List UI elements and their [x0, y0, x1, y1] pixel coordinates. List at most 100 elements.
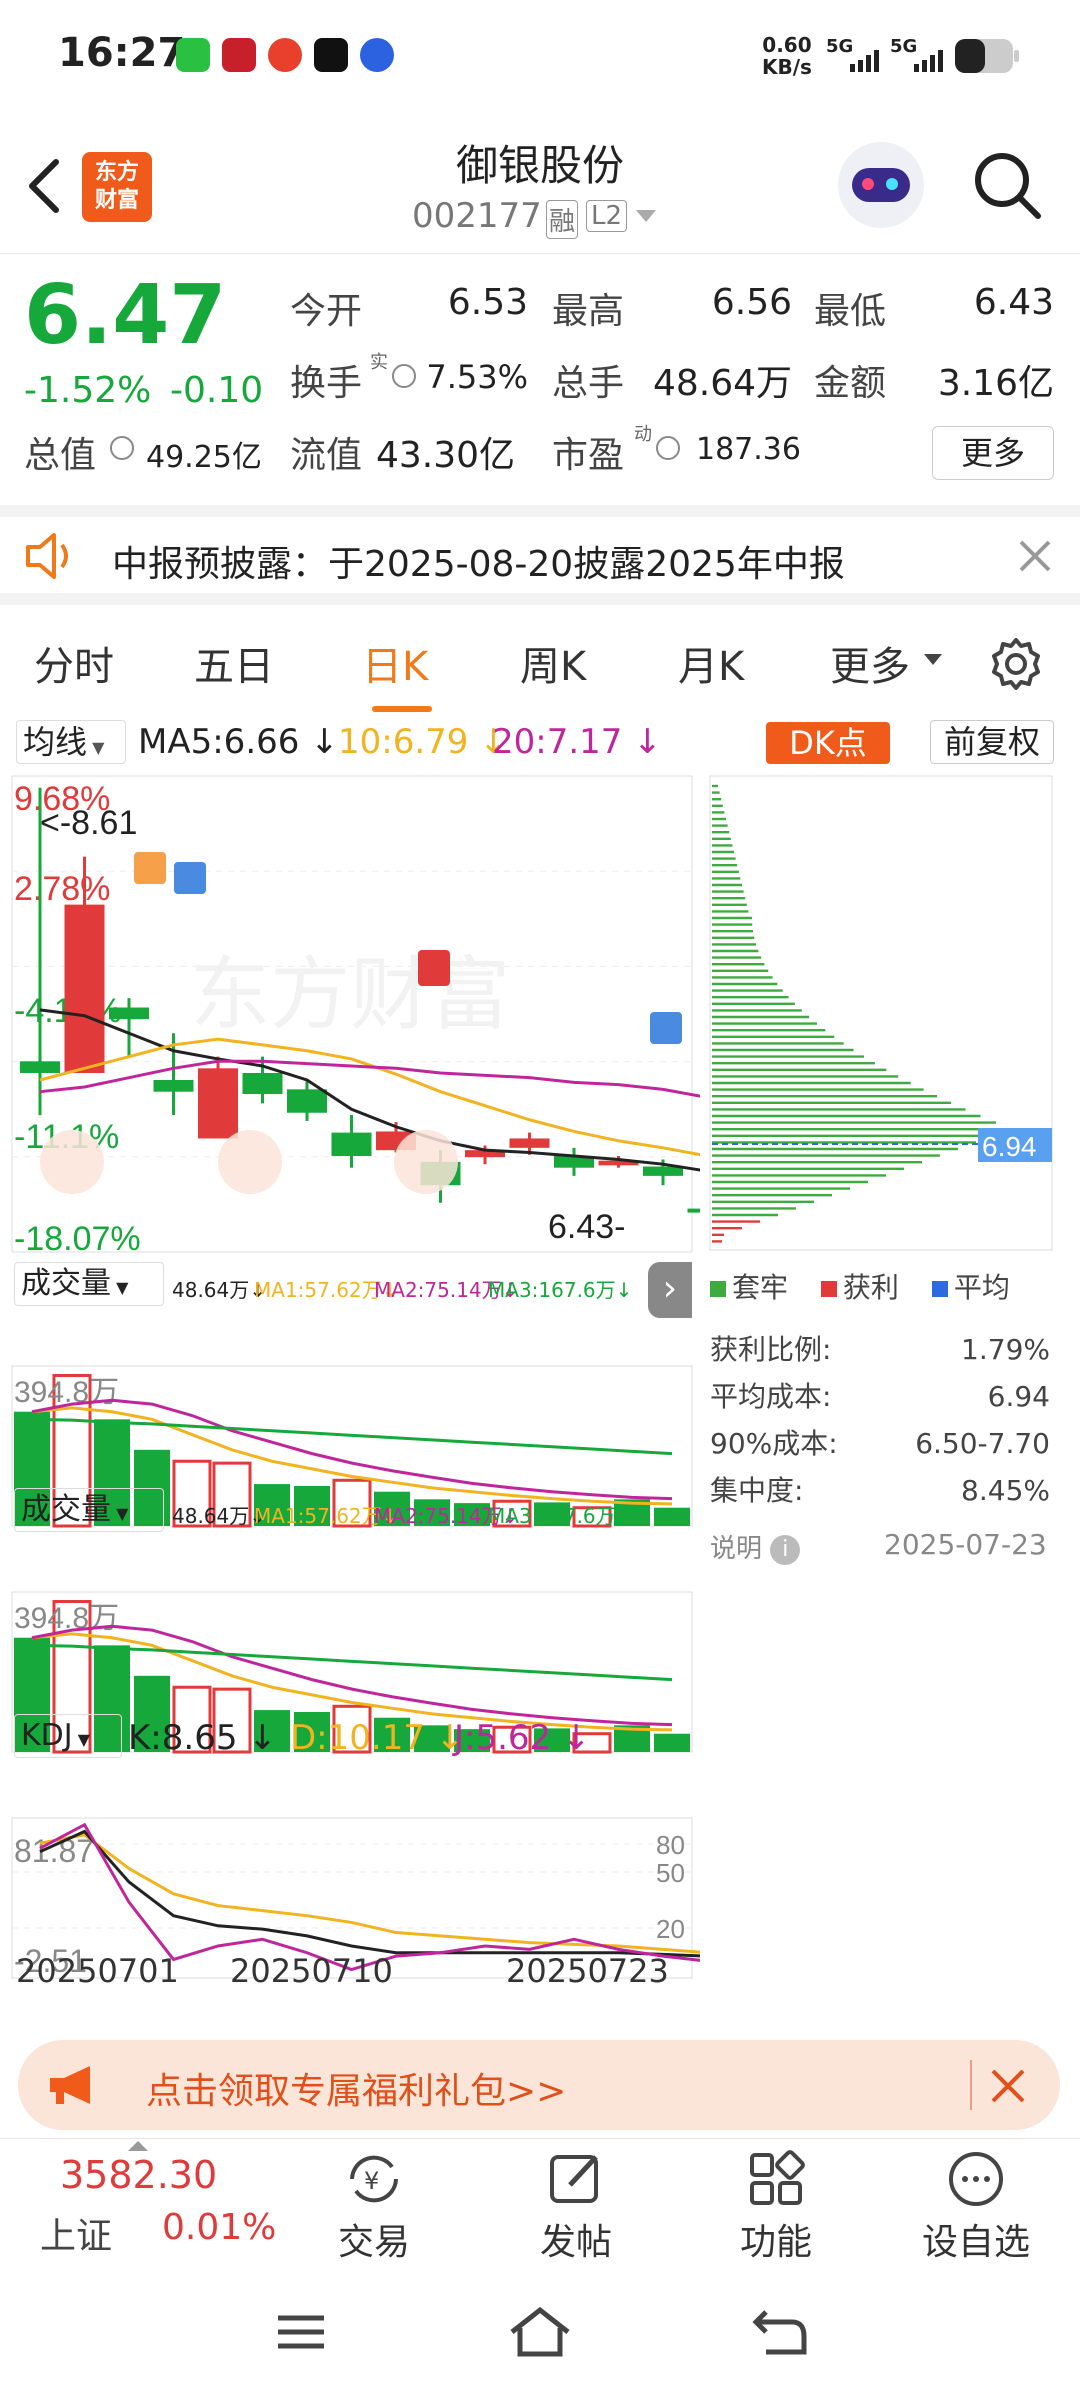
change-amount: -0.10	[170, 370, 264, 411]
date-start: 20250701	[16, 1952, 179, 1990]
search-icon[interactable]	[972, 150, 1044, 222]
tab-five-day[interactable]: 五日	[194, 634, 274, 692]
nav-trade[interactable]: 交易	[314, 2213, 434, 2265]
volume-select-1[interactable]: 成交量 ▼	[14, 1262, 164, 1306]
svg-text:¥: ¥	[364, 2167, 379, 2195]
float-label: 流值	[290, 435, 363, 476]
promo-banner[interactable]: 点击领取专属福利礼包>>	[18, 2040, 1060, 2130]
volume-label: 总手	[552, 363, 625, 404]
chip-note[interactable]: 说明 i	[710, 1528, 801, 1565]
chip-row: 获利比例: 1.79%	[710, 1333, 1050, 1366]
info-icon-3[interactable]	[656, 436, 680, 460]
ma-select[interactable]: 均线 ▼	[16, 720, 126, 764]
tab-more[interactable]: 更多	[830, 634, 910, 692]
back-nav-icon[interactable]	[752, 2308, 808, 2356]
close-icon[interactable]	[1018, 539, 1052, 573]
candle-body	[242, 1072, 283, 1095]
chip-distribution-chart: 6.94	[709, 775, 1053, 1251]
chip-row: 90%成本: 6.50-7.70	[710, 1427, 1050, 1460]
tab-daily-k[interactable]: 日K	[362, 634, 428, 692]
volume-panel-1-bar	[654, 1507, 690, 1526]
expand-arrow-button[interactable]: ›	[648, 1262, 692, 1318]
signal-icon-2	[914, 50, 943, 72]
kdj-select[interactable]: KDJ ▼	[14, 1714, 122, 1758]
trade-icon[interactable]: ¥	[342, 2149, 406, 2209]
high-label: 最高	[552, 291, 625, 332]
tiktok-icon	[314, 38, 348, 72]
kdj-d: D:10.17 ↓	[290, 1718, 465, 1758]
candle-body	[643, 1166, 683, 1176]
tab-intraday[interactable]: 分时	[34, 634, 114, 692]
dk-point-button[interactable]: DK点	[766, 722, 890, 764]
date-end: 20250723	[506, 1952, 669, 1990]
high-value: 6.56	[711, 282, 792, 323]
volume-select-2[interactable]: 成交量 ▼	[14, 1488, 164, 1532]
banner-divider	[970, 2060, 972, 2110]
back-icon[interactable]	[24, 156, 64, 216]
turnover-value: 7.53%	[426, 358, 528, 396]
home-icon[interactable]	[508, 2306, 572, 2358]
notice-text: 中报预披露：于2025-08-20披露2025年中报	[112, 544, 845, 585]
candle-body	[509, 1138, 550, 1148]
current-price: 6.47	[24, 268, 227, 363]
kdj-line	[39, 1833, 700, 1954]
index-change[interactable]: 0.01%	[162, 2207, 276, 2248]
signal-icon	[850, 50, 879, 72]
forward-adjust-button[interactable]: 前复权	[930, 720, 1054, 764]
net-speed: 0.60 KB/s	[762, 33, 812, 79]
tab-monthly-k[interactable]: 月K	[678, 634, 744, 692]
chip-row: 集中度: 8.45%	[710, 1474, 1050, 1507]
change-percent: -1.52%	[24, 370, 152, 411]
notice-bar[interactable]: 中报预披露：于2025-08-20披露2025年中报	[0, 505, 1080, 605]
volume-value: 48.64万	[652, 363, 792, 404]
status-bar: 16:27 0.60 KB/s 5G 5G	[0, 0, 1080, 112]
ma5-label: MA5:6.66 ↓	[138, 722, 339, 762]
banner-close-icon[interactable]	[990, 2068, 1026, 2104]
active-tab-indicator	[372, 706, 432, 712]
candle-body	[20, 1061, 60, 1073]
y-axis-label: 2.78%	[14, 870, 110, 908]
bank-app-icon	[222, 38, 256, 72]
dropdown-icon[interactable]	[636, 208, 656, 224]
index-value[interactable]: 3582.30	[60, 2153, 217, 2197]
functions-icon[interactable]	[746, 2149, 806, 2209]
margin-badge: 融	[546, 200, 579, 239]
open-value: 6.53	[447, 282, 528, 323]
settings-gear-icon[interactable]	[988, 636, 1044, 692]
candle-body	[198, 1068, 238, 1139]
low-value: 6.43	[973, 282, 1054, 323]
tab-weekly-k[interactable]: 周K	[520, 634, 586, 692]
index-name[interactable]: 上证	[40, 2207, 112, 2259]
kdj-k: K:8.65 ↓	[128, 1718, 277, 1758]
volume-panel-2-bar	[654, 1733, 690, 1752]
vol-ma3-1: MA3:167.6万↓	[488, 1278, 633, 1302]
amount-label: 金额	[814, 363, 887, 404]
robot-avatar[interactable]	[838, 142, 924, 228]
nav-functions[interactable]: 功能	[716, 2213, 836, 2265]
date-mid: 20250710	[230, 1952, 393, 1990]
chart-area: 均线 ▼ MA5:6.66 ↓ 10:6.79 ↓ 20:7.17 ↓ DK点 …	[0, 714, 1080, 2024]
menu-icon[interactable]	[276, 2312, 326, 2352]
more-button[interactable]: 更多	[932, 426, 1054, 480]
watermark-text: 东方财富	[190, 950, 510, 1039]
kdj-level-label: 50	[656, 1858, 685, 1888]
kdj-line	[39, 1829, 700, 1958]
min-price-label: 6.43-	[548, 1208, 626, 1246]
pe-label: 市盈	[552, 435, 625, 476]
status-time: 16:27	[58, 30, 186, 76]
nav-add-watchlist[interactable]: 设自选	[916, 2213, 1036, 2265]
index-up-arrow-icon	[128, 2141, 148, 2151]
chip-frame	[709, 775, 1053, 1251]
avg-cost-value: 6.94	[982, 1131, 1037, 1162]
chip-legend: 套牢 获利 平均	[710, 1266, 1010, 1306]
info-icon-2[interactable]	[110, 436, 134, 460]
zoom-out-button	[218, 1130, 282, 1194]
chip-row: 平均成本: 6.94	[710, 1380, 1050, 1413]
add-watchlist-icon[interactable]	[946, 2149, 1006, 2209]
post-icon[interactable]	[546, 2149, 606, 2209]
pe-sup: 动	[634, 424, 652, 445]
chip-date: 2025-07-23	[884, 1528, 1047, 1561]
nav-post[interactable]: 发帖	[516, 2213, 636, 2265]
kline-chart[interactable]: 东方财富9.68%2.78%-4.19%-11.1%-18.07%<-8.616…	[0, 772, 700, 2022]
ma20-label: 20:7.17 ↓	[492, 722, 662, 762]
